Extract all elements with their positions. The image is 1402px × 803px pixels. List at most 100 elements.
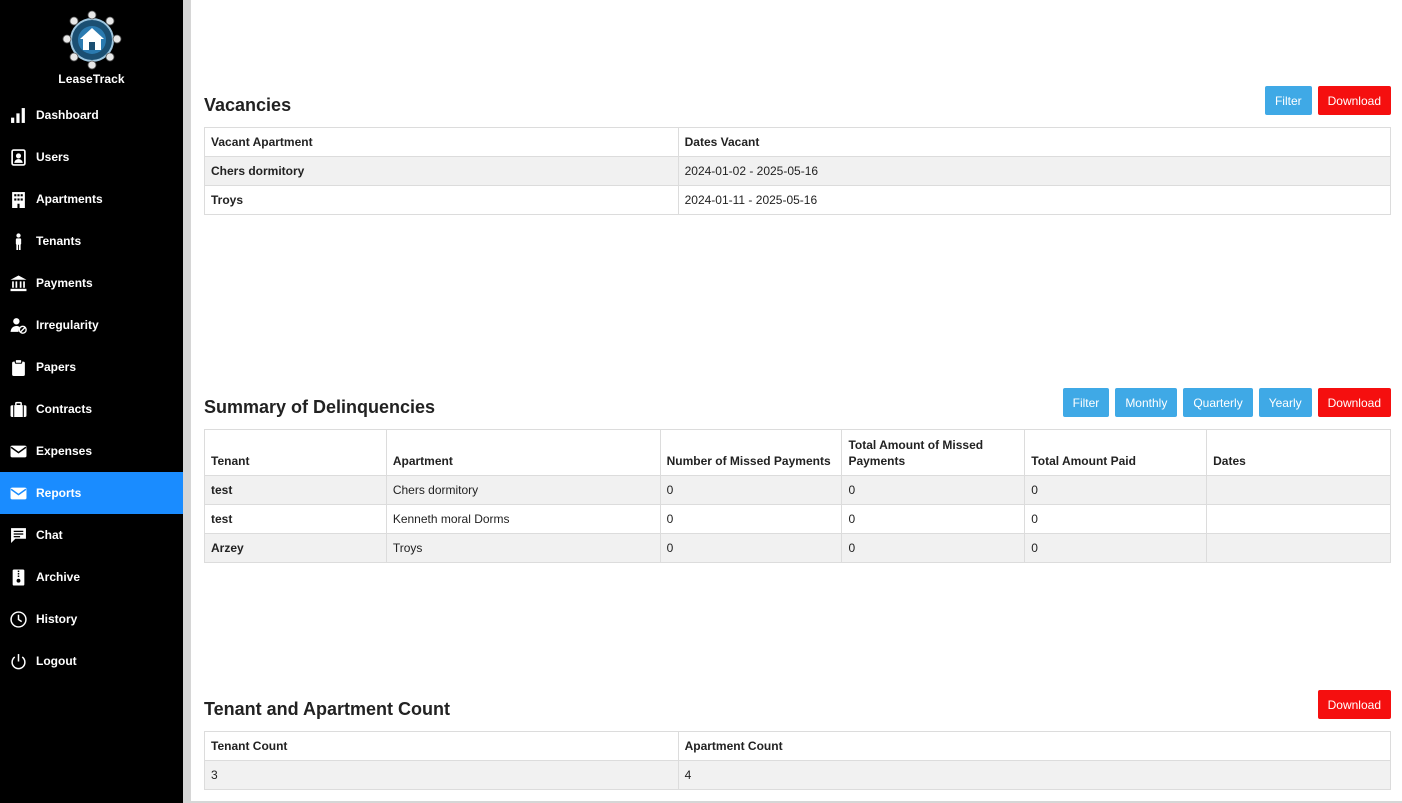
yearly-button[interactable]: Yearly: [1258, 388, 1312, 417]
table-row: test Kenneth moral Dorms 0 0 0: [204, 504, 1391, 534]
vacancies-title: Vacancies: [204, 95, 292, 115]
vacant-apartment-cell: Chers dormitory: [204, 156, 679, 186]
missed-payments-cell: 0: [659, 504, 843, 534]
power-icon: [10, 653, 27, 670]
monthly-button[interactable]: Monthly: [1115, 388, 1178, 417]
apartment-cell: Kenneth moral Dorms: [385, 504, 661, 534]
sidebar-item-label: Logout: [36, 654, 77, 668]
column-header: Tenant Count: [204, 731, 679, 761]
table-row: test Chers dormitory 0 0 0: [204, 475, 1391, 505]
column-header: Tenant: [204, 429, 387, 476]
tenant-cell: Arzey: [204, 533, 387, 563]
column-header: Apartment: [385, 429, 661, 476]
user-blocked-icon: [10, 317, 27, 334]
sidebar-item-dashboard[interactable]: Dashboard: [0, 94, 183, 136]
table-row: Arzey Troys 0 0 0: [204, 533, 1391, 563]
counts-download-button[interactable]: Download: [1317, 690, 1391, 719]
missed-amount-cell: 0: [841, 533, 1026, 563]
building-icon: [10, 191, 27, 208]
counts-section: Tenant and Apartment Count Download Tena…: [204, 690, 1392, 795]
apartment-cell: Chers dormitory: [385, 475, 661, 505]
delinquencies-section: Summary of Delinquencies Filter Monthly …: [204, 388, 1391, 568]
amount-paid-cell: 0: [1024, 475, 1208, 505]
archive-icon: [10, 569, 27, 586]
missed-amount-cell: 0: [841, 475, 1026, 505]
sidebar-item-label: Contracts: [36, 402, 93, 416]
sidebar-item-users[interactable]: Users: [0, 136, 183, 178]
amount-paid-cell: 0: [1024, 533, 1208, 563]
dates-cell: [1206, 475, 1391, 505]
delinquencies-table: Tenant Apartment Number of Missed Paymen…: [204, 429, 1391, 563]
missed-amount-cell: 0: [841, 504, 1026, 534]
vacancies-download-button[interactable]: Download: [1317, 86, 1391, 115]
column-header: Dates Vacant: [677, 127, 1392, 157]
sidebar-item-label: Dashboard: [36, 108, 99, 122]
envelope-icon: [10, 485, 27, 502]
table-row: 3 4: [204, 760, 1392, 790]
tenant-count-cell: 3: [204, 760, 679, 790]
vacancies-table: Vacant Apartment Dates Vacant Chers dorm…: [204, 127, 1392, 215]
delinquencies-filter-button[interactable]: Filter: [1062, 388, 1110, 417]
sidebar-item-chat[interactable]: Chat: [0, 514, 183, 556]
sidebar: LeaseTrack Dashboard Users Apartments Te…: [0, 0, 183, 803]
sidebar-item-reports[interactable]: Reports: [0, 472, 183, 514]
person-icon: [10, 232, 27, 250]
sidebar-item-logout[interactable]: Logout: [0, 640, 183, 682]
suitcase-icon: [10, 401, 27, 418]
bank-icon: [10, 275, 27, 292]
logo[interactable]: LeaseTrack: [0, 10, 183, 86]
clock-icon: [10, 610, 27, 628]
sidebar-item-archive[interactable]: Archive: [0, 556, 183, 598]
column-header: Dates: [1206, 429, 1391, 476]
vacancies-filter-button[interactable]: Filter: [1264, 86, 1312, 115]
main-content: Vacancies Filter Download Vacant Apartme…: [191, 0, 1402, 803]
sidebar-item-irregularity[interactable]: Irregularity: [0, 304, 183, 346]
sidebar-item-label: History: [36, 612, 78, 626]
delinquencies-download-button[interactable]: Download: [1317, 388, 1391, 417]
sidebar-item-label: Irregularity: [36, 318, 99, 332]
bar-chart-icon: [10, 107, 27, 124]
missed-payments-cell: 0: [659, 533, 843, 563]
sidebar-item-label: Apartments: [36, 192, 103, 206]
sidebar-item-label: Users: [36, 150, 70, 164]
sidebar-item-tenants[interactable]: Tenants: [0, 220, 183, 262]
table-header-row: Tenant Count Apartment Count: [204, 731, 1392, 761]
sidebar-item-apartments[interactable]: Apartments: [0, 178, 183, 220]
counts-table: Tenant Count Apartment Count 3 4: [204, 731, 1392, 790]
app-name: LeaseTrack: [58, 72, 125, 86]
app-root: LeaseTrack Dashboard Users Apartments Te…: [0, 0, 1402, 803]
dates-cell: [1206, 533, 1391, 563]
missed-payments-cell: 0: [659, 475, 843, 505]
sidebar-item-payments[interactable]: Payments: [0, 262, 183, 304]
tenant-cell: test: [204, 504, 387, 534]
sidebar-item-papers[interactable]: Papers: [0, 346, 183, 388]
sidebar-item-label: Archive: [36, 570, 81, 584]
sidebar-item-history[interactable]: History: [0, 598, 183, 640]
user-card-icon: [10, 148, 27, 166]
envelope-icon: [10, 443, 27, 460]
table-row: Troys 2024-01-11 - 2025-05-16: [204, 185, 1392, 215]
table-header-row: Vacant Apartment Dates Vacant: [204, 127, 1392, 157]
sidebar-item-label: Papers: [36, 360, 77, 374]
sidebar-divider: [183, 0, 191, 803]
column-header: Number of Missed Payments: [659, 429, 843, 476]
vacancies-section: Vacancies Filter Download Vacant Apartme…: [204, 86, 1392, 216]
dates-vacant-cell: 2024-01-02 - 2025-05-16: [677, 156, 1392, 186]
sidebar-item-expenses[interactable]: Expenses: [0, 430, 183, 472]
dates-cell: [1206, 504, 1391, 534]
sidebar-item-label: Payments: [36, 276, 93, 290]
sidebar-item-label: Chat: [36, 528, 63, 542]
quarterly-button[interactable]: Quarterly: [1183, 388, 1253, 417]
table-row: Chers dormitory 2024-01-02 - 2025-05-16: [204, 156, 1392, 186]
delinquencies-title: Summary of Delinquencies: [204, 397, 436, 417]
dates-vacant-cell: 2024-01-11 - 2025-05-16: [677, 185, 1392, 215]
sidebar-item-label: Reports: [36, 486, 82, 500]
apartment-cell: Troys: [385, 533, 661, 563]
apartment-count-cell: 4: [677, 760, 1392, 790]
sidebar-item-contracts[interactable]: Contracts: [0, 388, 183, 430]
table-header-row: Tenant Apartment Number of Missed Paymen…: [204, 429, 1391, 476]
clipboard-icon: [10, 358, 27, 376]
sidebar-item-label: Tenants: [36, 234, 82, 248]
tenant-cell: test: [204, 475, 387, 505]
sidebar-item-label: Expenses: [36, 444, 93, 458]
